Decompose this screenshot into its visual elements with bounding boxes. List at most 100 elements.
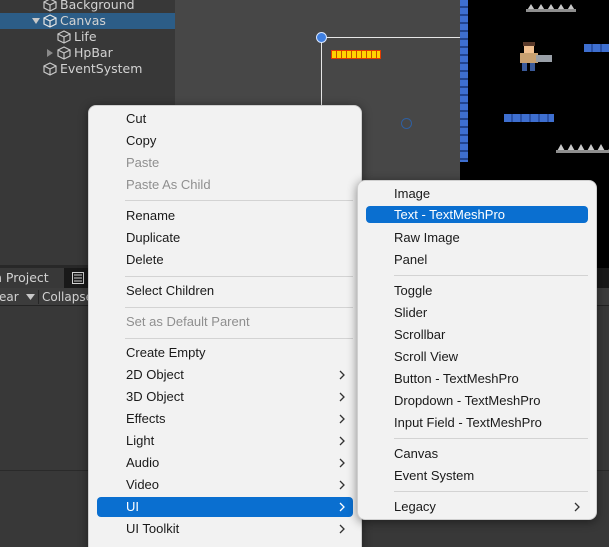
menu-item-light[interactable]: Light	[97, 431, 353, 451]
menu-item-paste-as-child: Paste As Child	[97, 175, 353, 195]
menu-item-label: UI	[126, 499, 139, 514]
tab-console[interactable]	[68, 268, 88, 288]
menu-separator	[394, 438, 588, 439]
clear-dropdown-button[interactable]: ear	[0, 288, 38, 306]
hierarchy-item-background[interactable]: Background	[0, 0, 175, 13]
collapse-toggle-label: Collapse	[42, 290, 93, 304]
submenu-item-label: Slider	[394, 305, 428, 320]
menu-item-ui[interactable]: UI	[97, 497, 353, 517]
submenu-item-event-system[interactable]: Event System	[366, 466, 588, 486]
menu-item-3d-object[interactable]: 3D Object	[97, 387, 353, 407]
menu-item-create-empty[interactable]: Create Empty	[97, 343, 353, 363]
gameobject-cube-icon	[57, 30, 71, 44]
hierarchy-item-label: Life	[74, 29, 97, 44]
tab-project-label: n Project	[0, 270, 49, 285]
menu-item-label: Select Children	[126, 283, 215, 298]
menu-item-label: Audio	[126, 455, 160, 470]
submenu-item-button-textmeshpro[interactable]: Button - TextMeshPro	[366, 369, 588, 389]
menu-item-label: Copy	[126, 133, 157, 148]
menu-item-label: 2D Object	[126, 367, 184, 382]
submenu-item-text-textmeshpro[interactable]: Text - TextMeshPro	[366, 206, 588, 223]
submenu-arrow-icon	[339, 436, 345, 446]
gameobject-cube-icon	[43, 62, 57, 76]
menu-item-label: Effects	[126, 411, 166, 426]
submenu-arrow-icon	[339, 524, 345, 534]
console-icon	[72, 272, 84, 284]
submenu-item-label: Scroll View	[394, 349, 459, 364]
menu-separator	[394, 275, 588, 276]
hierarchy-item-canvas[interactable]: Canvas	[0, 13, 175, 29]
rect-pivot-handle[interactable]	[316, 32, 327, 43]
hpbar-sprite[interactable]	[331, 50, 381, 59]
menu-item-rename[interactable]: Rename	[97, 206, 353, 226]
menu-item-label: 3D Object	[126, 389, 184, 404]
gameobject-cube-icon	[43, 14, 57, 28]
submenu-item-label: Input Field - TextMeshPro	[394, 415, 542, 430]
tab-project[interactable]: n Project	[0, 268, 64, 288]
hierarchy-item-life[interactable]: Life	[0, 29, 175, 45]
submenu-arrow-icon	[339, 414, 345, 424]
menu-item-paste: Paste	[97, 153, 353, 173]
submenu-item-raw-image[interactable]: Raw Image	[366, 228, 588, 248]
submenu-item-canvas[interactable]: Canvas	[366, 444, 588, 464]
foldout-collapsed-icon[interactable]	[45, 48, 55, 58]
menu-item-delete[interactable]: Delete	[97, 250, 353, 270]
hierarchy-item-eventsystem[interactable]: EventSystem	[0, 61, 175, 77]
submenu-item-label: Image	[394, 186, 431, 201]
menu-item-audio[interactable]: Audio	[97, 453, 353, 473]
submenu-arrow-icon	[339, 458, 345, 468]
menu-item-2d-object[interactable]: 2D Object	[97, 365, 353, 385]
clear-button-label: ear	[0, 290, 19, 304]
submenu-item-input-field-textmeshpro[interactable]: Input Field - TextMeshPro	[366, 413, 588, 433]
hierarchy-item-hpbar[interactable]: HpBar	[0, 45, 175, 61]
menu-item-label: Duplicate	[126, 230, 181, 245]
ui-submenu: Image Text - TextMeshPro Raw Image Panel…	[357, 180, 597, 520]
toolbar-divider	[38, 290, 39, 304]
hierarchy-context-menu: Cut Copy Paste Paste As Child Rename Dup…	[88, 105, 362, 547]
submenu-item-image[interactable]: Image	[366, 184, 588, 204]
submenu-arrow-icon	[339, 502, 345, 512]
menu-item-duplicate[interactable]: Duplicate	[97, 228, 353, 248]
menu-item-video[interactable]: Video	[97, 475, 353, 495]
submenu-arrow-icon	[339, 480, 345, 490]
brick-wall-sprite	[460, 0, 468, 162]
menu-item-label: Delete	[126, 252, 164, 267]
submenu-item-toggle[interactable]: Toggle	[366, 281, 588, 301]
submenu-item-dropdown-textmeshpro[interactable]: Dropdown - TextMeshPro	[366, 391, 588, 411]
submenu-item-slider[interactable]: Slider	[366, 303, 588, 323]
menu-separator	[125, 338, 353, 339]
menu-item-set-default-parent: Set as Default Parent	[97, 312, 353, 332]
menu-separator	[125, 276, 353, 277]
menu-item-label: Cut	[126, 111, 147, 126]
submenu-item-label: Legacy	[394, 499, 436, 514]
submenu-item-panel[interactable]: Panel	[366, 250, 588, 270]
submenu-item-label: Scrollbar	[394, 327, 446, 342]
submenu-item-scroll-view[interactable]: Scroll View	[366, 347, 588, 367]
menu-separator	[125, 200, 353, 201]
submenu-item-scrollbar[interactable]: Scrollbar	[366, 325, 588, 345]
menu-separator	[125, 307, 353, 308]
menu-item-cut[interactable]: Cut	[97, 109, 353, 129]
menu-item-label: Paste	[126, 155, 160, 170]
submenu-item-label: Canvas	[394, 446, 439, 461]
submenu-arrow-icon	[339, 392, 345, 402]
menu-item-label: Create Empty	[126, 345, 206, 360]
menu-item-select-children[interactable]: Select Children	[97, 281, 353, 301]
menu-item-ui-toolkit[interactable]: UI Toolkit	[97, 519, 353, 539]
menu-item-effects[interactable]: Effects	[97, 409, 353, 429]
rect-anchor-handle[interactable]	[401, 118, 412, 129]
dropdown-arrow-icon	[26, 294, 35, 300]
menu-item-label: Video	[126, 477, 160, 492]
menu-separator	[394, 491, 588, 492]
hierarchy-item-label: EventSystem	[60, 61, 143, 76]
gameobject-cube-icon	[43, 0, 57, 12]
canvas-rect-edge	[321, 37, 462, 38]
menu-item-copy[interactable]: Copy	[97, 131, 353, 151]
submenu-item-label: Text - TextMeshPro	[394, 207, 506, 222]
menu-item-label: Set as Default Parent	[126, 314, 250, 329]
foldout-expanded-icon[interactable]	[31, 16, 41, 26]
gameobject-cube-icon	[57, 46, 71, 60]
spikes-sprite	[526, 4, 576, 12]
menu-item-label: Paste As Child	[126, 177, 211, 192]
submenu-item-legacy[interactable]: Legacy	[366, 497, 588, 517]
